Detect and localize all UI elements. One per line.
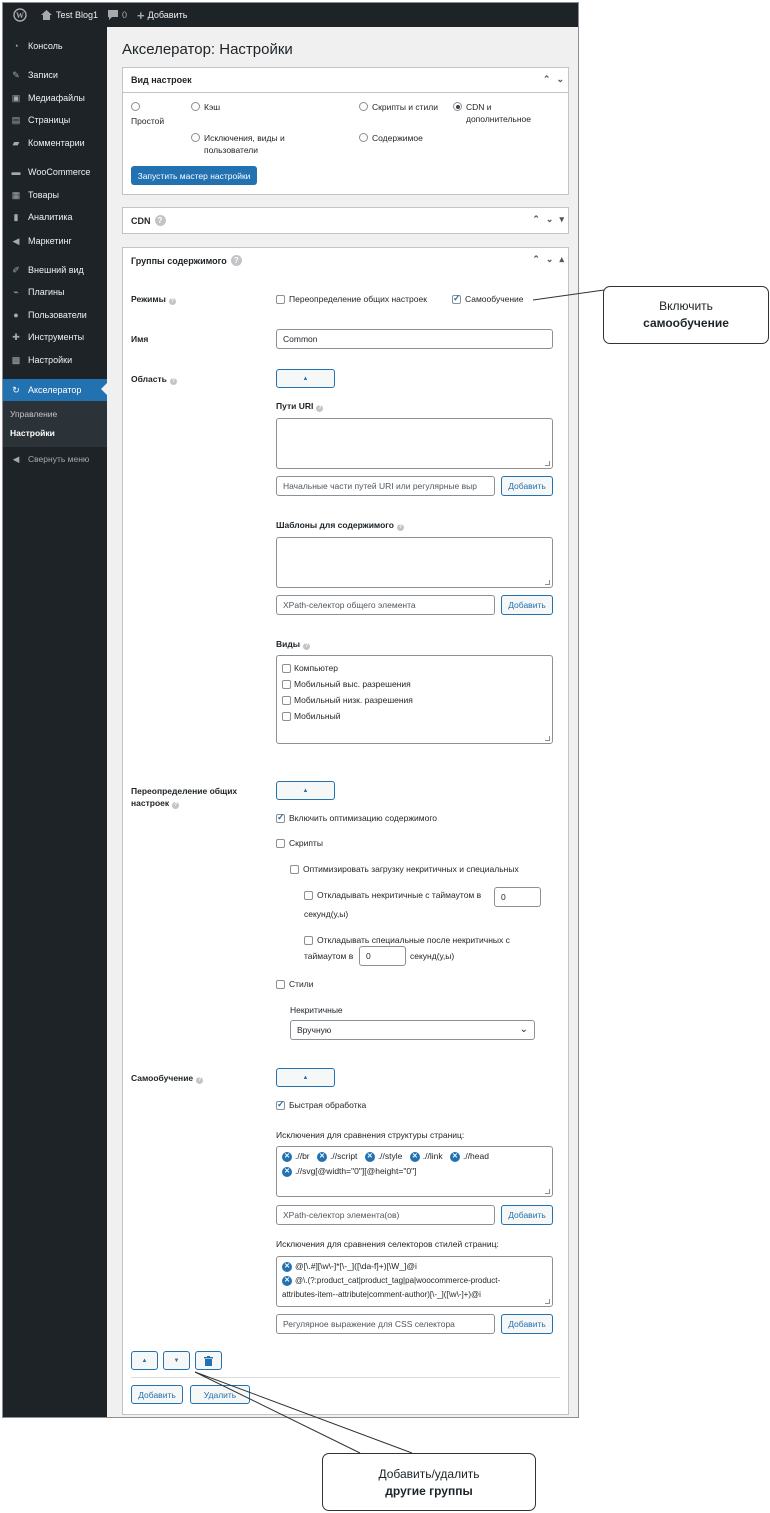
callout-line: другие группы: [385, 1484, 473, 1498]
callout-groups: Добавить/удалить другие группы: [322, 1453, 536, 1511]
callout-line: Включить: [659, 299, 713, 313]
callout-line: самообучение: [643, 316, 729, 330]
callout-line: Добавить/удалить: [378, 1467, 480, 1481]
callout-selflearn: Включить самообучение: [603, 286, 769, 344]
callout-pointers: [194, 289, 605, 1454]
